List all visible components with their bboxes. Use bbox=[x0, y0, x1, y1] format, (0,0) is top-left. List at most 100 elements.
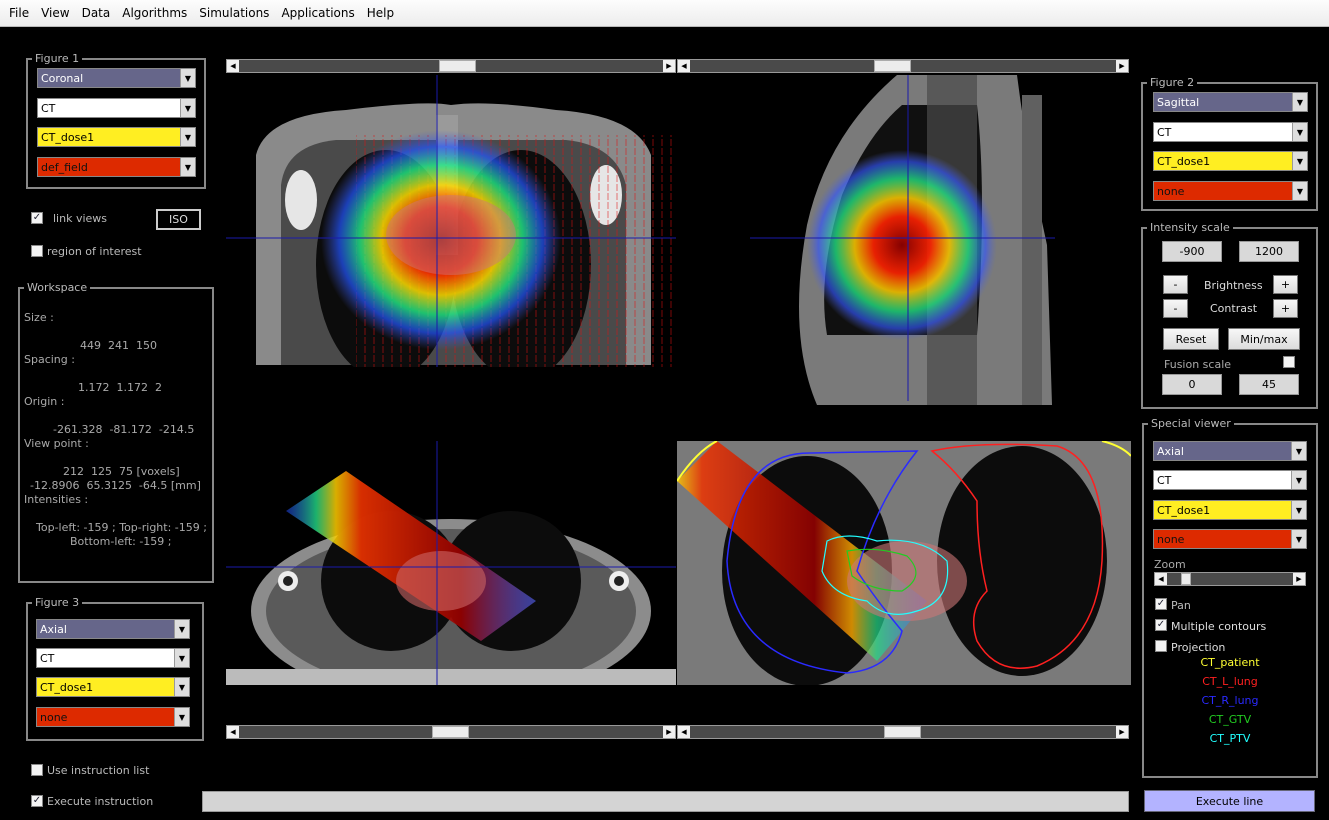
figure2-fusion-value: CT_dose1 bbox=[1157, 154, 1211, 168]
slider-bottom-left[interactable]: ◀ ▶ bbox=[226, 725, 676, 739]
execute-instruction-label: Execute instruction bbox=[47, 795, 154, 808]
reset-button[interactable]: Reset bbox=[1163, 328, 1219, 350]
special-fusion-value: CT_dose1 bbox=[1157, 503, 1211, 517]
fusion-scale-checkbox[interactable] bbox=[1283, 356, 1295, 368]
menu-applications[interactable]: Applications bbox=[275, 0, 360, 27]
contrast-plus-button[interactable]: + bbox=[1273, 299, 1298, 318]
ws-size-value: 449 241 150 bbox=[80, 339, 157, 352]
chevron-down-icon: ▼ bbox=[1292, 93, 1307, 111]
arrow-right-icon[interactable]: ▶ bbox=[1116, 60, 1128, 72]
legend-ct-ptv: CT_PTV bbox=[1209, 732, 1251, 745]
minmax-button[interactable]: Min/max bbox=[1228, 328, 1300, 350]
coronal-viewer[interactable] bbox=[226, 75, 676, 367]
figure2-title: Figure 2 bbox=[1147, 76, 1198, 90]
figure3-fusion-dropdown[interactable]: CT_dose1 ▼ bbox=[36, 677, 190, 697]
figure1-image-dropdown[interactable]: CT ▼ bbox=[37, 98, 196, 118]
axial-viewer[interactable] bbox=[226, 441, 676, 685]
arrow-right-icon[interactable]: ▶ bbox=[1293, 573, 1305, 585]
chevron-down-icon: ▼ bbox=[1292, 152, 1307, 170]
arrow-left-icon[interactable]: ◀ bbox=[227, 726, 239, 738]
chevron-down-icon: ▼ bbox=[174, 708, 189, 726]
pan-checkbox[interactable]: ✓ bbox=[1155, 598, 1167, 610]
intensity-max-field[interactable]: 1200 bbox=[1239, 241, 1299, 262]
arrow-left-icon[interactable]: ◀ bbox=[678, 60, 690, 72]
menu-data[interactable]: Data bbox=[76, 0, 117, 27]
figure3-view-dropdown[interactable]: Axial ▼ bbox=[36, 619, 190, 639]
special-image-dropdown[interactable]: CT ▼ bbox=[1153, 470, 1307, 490]
intensity-min-field[interactable]: -900 bbox=[1162, 241, 1222, 262]
zoom-slider[interactable]: ◀ ▶ bbox=[1154, 572, 1306, 586]
figure3-fusion-value: CT_dose1 bbox=[40, 680, 94, 694]
sagittal-viewer[interactable] bbox=[677, 75, 1129, 405]
figure1-overlay-dropdown[interactable]: def_field ▼ bbox=[37, 157, 196, 177]
figure3-view-value: Axial bbox=[40, 622, 67, 636]
projection-checkbox[interactable] bbox=[1155, 640, 1167, 652]
legend-ct-patient: CT_patient bbox=[1200, 656, 1260, 669]
coronal-image bbox=[226, 75, 676, 367]
roi-label: region of interest bbox=[47, 245, 142, 258]
figure1-fusion-dropdown[interactable]: CT_dose1 ▼ bbox=[37, 127, 196, 147]
slider-top-left[interactable]: ◀ ▶ bbox=[226, 59, 676, 73]
slider-thumb[interactable] bbox=[439, 60, 476, 72]
menu-view[interactable]: View bbox=[35, 0, 75, 27]
legend-ct-l-lung: CT_L_lung bbox=[1202, 675, 1258, 688]
zoom-slider-thumb[interactable] bbox=[1181, 573, 1191, 585]
special-overlay-value: none bbox=[1157, 532, 1185, 546]
ws-intensities-line2: Bottom-left: -159 ; bbox=[70, 535, 172, 548]
contrast-label: Contrast bbox=[1210, 302, 1258, 315]
slider-top-right[interactable]: ◀ ▶ bbox=[677, 59, 1129, 73]
figure1-overlay-value: def_field bbox=[41, 160, 88, 174]
figure3-image-dropdown[interactable]: CT ▼ bbox=[36, 648, 190, 668]
menu-simulations[interactable]: Simulations bbox=[193, 0, 275, 27]
special-view-value: Axial bbox=[1157, 444, 1184, 458]
figure1-image-value: CT bbox=[41, 101, 56, 115]
link-views-label: link views bbox=[53, 212, 108, 225]
contrast-minus-button[interactable]: - bbox=[1163, 299, 1188, 318]
menu-algorithms[interactable]: Algorithms bbox=[116, 0, 193, 27]
arrow-right-icon[interactable]: ▶ bbox=[663, 726, 675, 738]
slider-thumb[interactable] bbox=[874, 60, 911, 72]
arrow-left-icon[interactable]: ◀ bbox=[1155, 573, 1167, 585]
special-fusion-dropdown[interactable]: CT_dose1 ▼ bbox=[1153, 500, 1307, 520]
chevron-down-icon: ▼ bbox=[180, 69, 195, 87]
multiple-contours-checkbox[interactable]: ✓ bbox=[1155, 619, 1167, 631]
use-instruction-list-checkbox[interactable] bbox=[31, 764, 43, 776]
fusion-max-field[interactable]: 45 bbox=[1239, 374, 1299, 395]
brightness-plus-button[interactable]: + bbox=[1273, 275, 1298, 294]
execute-instruction-checkbox[interactable]: ✓ bbox=[31, 795, 43, 807]
iso-button[interactable]: ISO bbox=[156, 209, 201, 230]
slider-thumb[interactable] bbox=[884, 726, 921, 738]
chevron-down-icon: ▼ bbox=[174, 620, 189, 638]
menu-help[interactable]: Help bbox=[361, 0, 400, 27]
special-viewer-image-panel[interactable] bbox=[677, 441, 1131, 685]
special-view-dropdown[interactable]: Axial ▼ bbox=[1153, 441, 1307, 461]
figure1-view-dropdown[interactable]: Coronal ▼ bbox=[37, 68, 196, 88]
brightness-minus-button[interactable]: - bbox=[1163, 275, 1188, 294]
arrow-right-icon[interactable]: ▶ bbox=[663, 60, 675, 72]
figure3-image-value: CT bbox=[40, 651, 55, 665]
figure2-overlay-value: none bbox=[1157, 184, 1185, 198]
roi-checkbox[interactable] bbox=[31, 245, 43, 257]
figure2-overlay-dropdown[interactable]: none ▼ bbox=[1153, 181, 1308, 201]
ws-size-label: Size : bbox=[24, 311, 54, 324]
link-views-checkbox[interactable]: ✓ bbox=[31, 212, 43, 224]
chevron-down-icon: ▼ bbox=[1291, 530, 1306, 548]
figure2-view-value: Sagittal bbox=[1157, 95, 1200, 109]
arrow-left-icon[interactable]: ◀ bbox=[678, 726, 690, 738]
zoom-label: Zoom bbox=[1154, 558, 1186, 571]
instruction-input[interactable] bbox=[202, 791, 1129, 812]
arrow-right-icon[interactable]: ▶ bbox=[1116, 726, 1128, 738]
figure3-overlay-dropdown[interactable]: none ▼ bbox=[36, 707, 190, 727]
execute-line-button[interactable]: Execute line bbox=[1144, 790, 1315, 812]
figure2-image-dropdown[interactable]: CT ▼ bbox=[1153, 122, 1308, 142]
menu-file[interactable]: File bbox=[3, 0, 35, 27]
chevron-down-icon: ▼ bbox=[1291, 442, 1306, 460]
arrow-left-icon[interactable]: ◀ bbox=[227, 60, 239, 72]
special-overlay-dropdown[interactable]: none ▼ bbox=[1153, 529, 1307, 549]
figure2-fusion-dropdown[interactable]: CT_dose1 ▼ bbox=[1153, 151, 1308, 171]
chevron-down-icon: ▼ bbox=[174, 678, 189, 696]
figure2-view-dropdown[interactable]: Sagittal ▼ bbox=[1153, 92, 1308, 112]
fusion-min-field[interactable]: 0 bbox=[1162, 374, 1222, 395]
slider-thumb[interactable] bbox=[432, 726, 469, 738]
slider-bottom-right[interactable]: ◀ ▶ bbox=[677, 725, 1129, 739]
